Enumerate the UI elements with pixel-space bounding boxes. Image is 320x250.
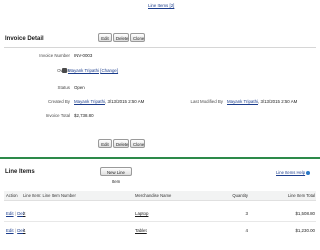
last-modified-date: , 3/13/2015 2:50 AM [258, 99, 298, 104]
invoice-detail-title: Invoice Detail [5, 36, 44, 42]
edit-button-bottom[interactable]: Edit [98, 139, 112, 148]
help-icon [306, 170, 311, 175]
new-line-item-button[interactable]: New Line Item [100, 167, 132, 184]
table-row-2-actions: Edit | Del [6, 228, 24, 233]
line-items-anchor-link[interactable]: Line Items [2] [148, 3, 174, 8]
last-modified-label: Last Modified By [190, 99, 223, 104]
invoice-total-value: $2,738.80 [74, 113, 94, 118]
column-action: Action [6, 193, 18, 198]
row-1-merchandise-link[interactable]: Laptop [135, 211, 148, 216]
invoice-number-label: Invoice Number [39, 53, 70, 58]
row-divider [4, 221, 316, 222]
last-modified-value: Mayank Tripathi, 3/13/2015 2:50 AM [227, 99, 297, 104]
created-by-value: Mayank Tripathi, 3/13/2015 2:50 AM [74, 99, 144, 104]
owner-label: Owner [10, 68, 70, 73]
row-1-quantity: 3 [245, 211, 248, 216]
edit-button-top[interactable]: Edit [98, 33, 112, 42]
row-1-edit-link[interactable]: Edit [6, 211, 14, 216]
row-2-edit-link[interactable]: Edit [6, 228, 14, 233]
row-2-total: $1,230.00 [295, 228, 315, 233]
invoice-number-value: INV-0003 [74, 53, 93, 58]
owner-field: Mayank Tripathi [Change] [68, 68, 118, 73]
line-items-title: Line Items [5, 169, 35, 175]
invoice-total-label: Invoice Total [45, 113, 70, 118]
row-2-number-link[interactable]: 4 [23, 228, 25, 233]
owner-change-link[interactable]: [Change] [100, 68, 118, 73]
delete-button-top[interactable]: Delete [113, 33, 129, 42]
row-2-merchandise-link[interactable]: Tablet [135, 228, 147, 233]
header-divider [4, 47, 316, 48]
status-label: Status [57, 85, 70, 90]
created-by-date: , 3/13/2015 2:50 AM [105, 99, 145, 104]
created-by-user-link[interactable]: Mayank Tripathi [74, 99, 105, 104]
owner-name-link[interactable]: Mayank Tripathi [68, 68, 99, 73]
clone-button-bottom[interactable]: Clone [130, 139, 145, 148]
column-line-item-number: Line Item: Line Item Number [23, 193, 76, 198]
column-line-item-total: Line Item Total [287, 193, 315, 198]
column-merchandise-name: Merchandise Name [135, 193, 172, 198]
delete-button-bottom[interactable]: Delete [113, 139, 129, 148]
line-items-help-link[interactable]: Line Items Help [276, 170, 311, 175]
owner-icon [62, 68, 67, 73]
table-row-1-actions: Edit | Del [6, 211, 24, 216]
row-1-total: $1,508.80 [295, 211, 315, 216]
row-1-number-link[interactable]: 2 [23, 211, 25, 216]
line-items-accent-bar [0, 157, 320, 159]
last-modified-user-link[interactable]: Mayank Tripathi [227, 99, 258, 104]
created-by-label: Created By [48, 99, 70, 104]
line-items-help-label[interactable]: Line Items Help [276, 170, 305, 175]
row-2-quantity: 4 [245, 228, 248, 233]
clone-button-top[interactable]: Clone [130, 33, 145, 42]
column-quantity: Quantity [232, 193, 248, 198]
status-value: Open [74, 85, 85, 90]
